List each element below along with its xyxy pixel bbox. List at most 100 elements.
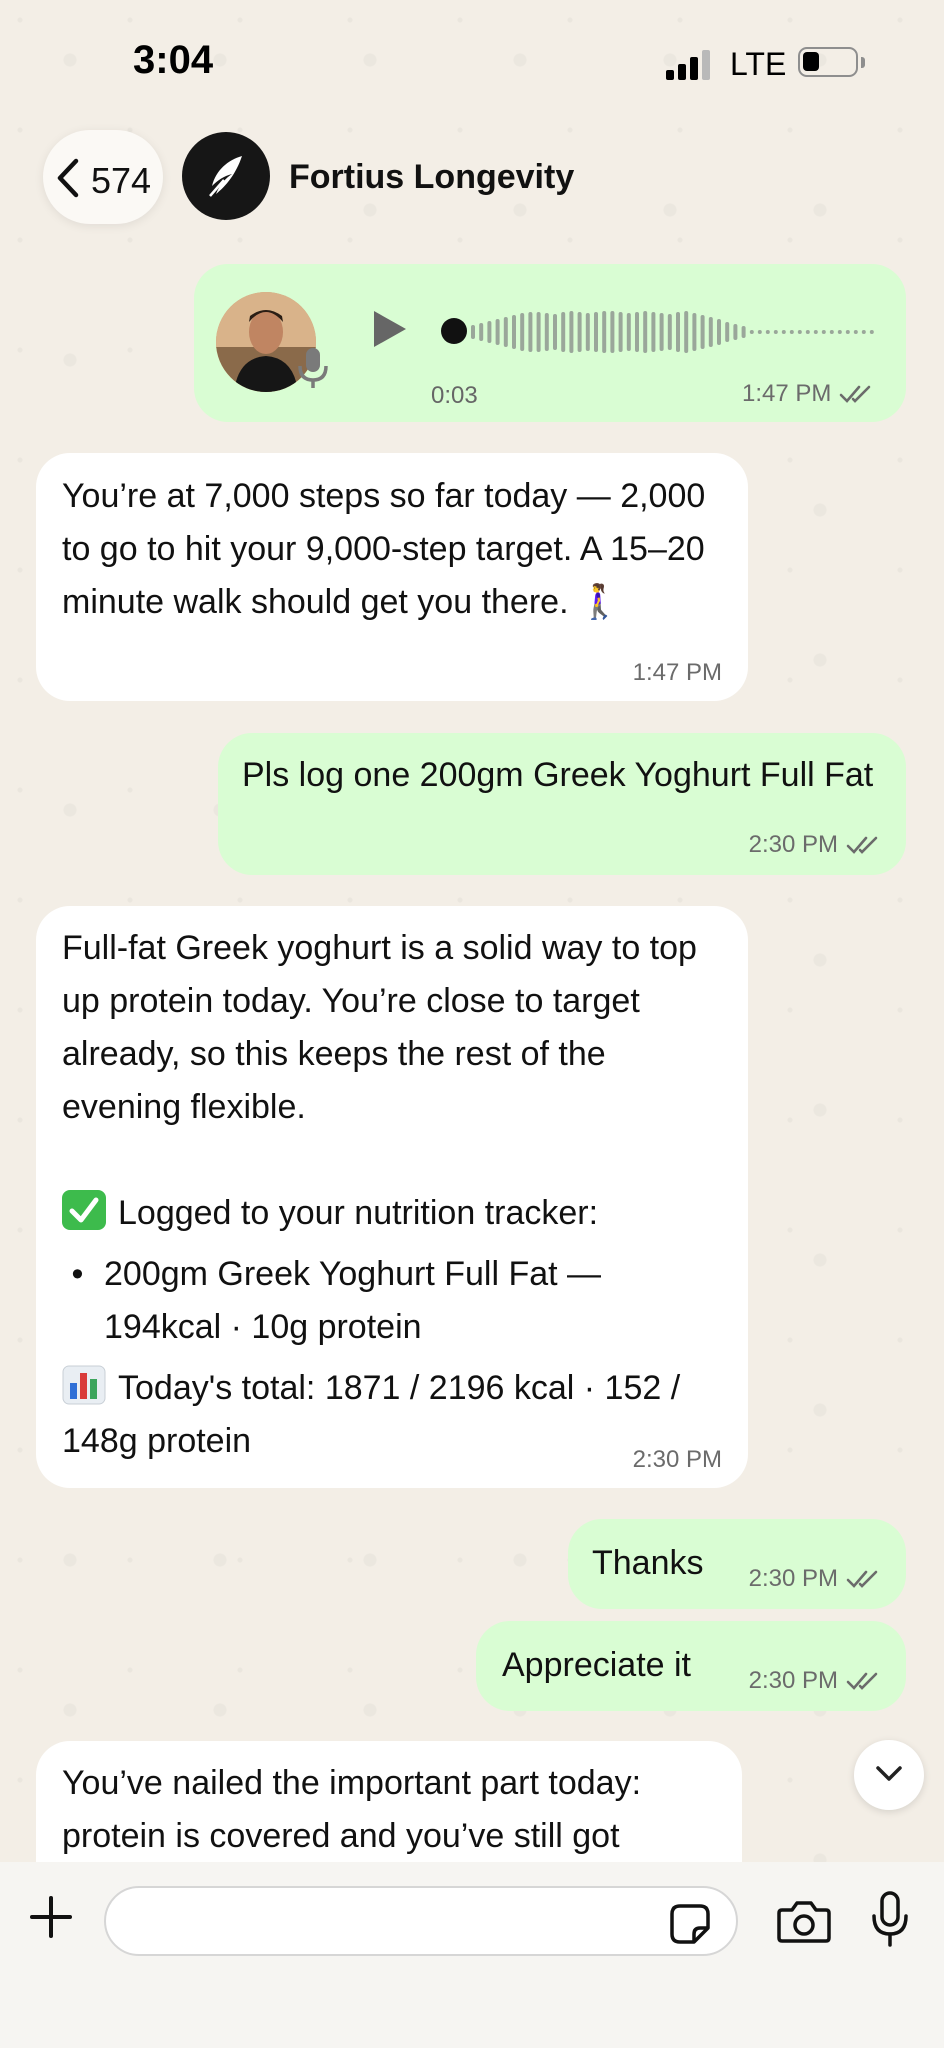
camera-icon <box>777 1901 831 1943</box>
voice-duration: 0:03 <box>431 382 478 409</box>
message-input[interactable] <box>104 1886 738 1956</box>
waveform-bar <box>487 321 492 343</box>
waveform-bar <box>561 312 566 352</box>
waveform-bar <box>643 311 648 353</box>
network-type: LTE <box>730 46 787 82</box>
waveform-bar <box>659 313 664 351</box>
attach-button[interactable] <box>28 1894 74 1945</box>
message-text: You’re at 7,000 steps so far today — 2,0… <box>62 477 706 621</box>
message-time: 2:30 PM <box>748 1565 838 1592</box>
unread-count: 574 <box>91 160 152 201</box>
message-time: 2:30 PM <box>748 831 838 858</box>
bullet: • <box>62 1255 84 1293</box>
signal-strength-icon <box>666 48 714 80</box>
message-text: Pls log one 200gm Greek Yoghurt Full Fat <box>242 756 874 794</box>
chevron-down-icon <box>876 1766 902 1781</box>
message-time: 1:47 PM <box>742 380 832 407</box>
message-text: Full-fat Greek yoghurt is a solid way to… <box>62 929 697 1126</box>
waveform-bar <box>528 312 533 352</box>
waveform-bar <box>700 315 705 349</box>
waveform-bar <box>479 323 484 341</box>
waveform-bar <box>569 311 574 353</box>
outgoing-message-bubble[interactable]: Pls log one 200gm Greek Yoghurt Full Fat… <box>218 733 906 875</box>
waveform-bar <box>741 326 746 338</box>
waveform-bar <box>635 312 639 352</box>
outgoing-message-bubble[interactable]: Thanks 2:30 PM <box>568 1519 906 1609</box>
waveform-dot <box>765 330 770 334</box>
logged-item: • 200gm Greek Yoghurt Full Fat — 194kcal… <box>62 1248 722 1354</box>
waveform-bar <box>520 313 525 351</box>
logged-item-text: 200gm Greek Yoghurt Full Fat — 194kcal ·… <box>104 1255 602 1346</box>
audio-waveform[interactable] <box>437 302 877 362</box>
double-check-icon <box>846 836 878 854</box>
double-check-icon <box>846 1672 878 1690</box>
battery-icon <box>798 47 858 77</box>
waveform-bar <box>708 317 713 347</box>
waveform-bar <box>577 312 582 352</box>
status-bar: 3:04 LTE <box>0 0 944 120</box>
message-time: 2:30 PM <box>632 1446 722 1473</box>
plus-icon <box>30 1896 72 1938</box>
waveform-dot <box>781 330 786 334</box>
waveform-dot <box>861 330 866 334</box>
incoming-message-bubble[interactable]: Full-fat Greek yoghurt is a solid way to… <box>36 906 748 1488</box>
play-icon[interactable] <box>370 307 410 356</box>
back-button[interactable]: 574 <box>43 130 163 224</box>
check-box-icon <box>62 1190 106 1230</box>
waveform-bar <box>553 314 557 350</box>
waveform-bar <box>471 325 475 339</box>
contact-avatar[interactable] <box>182 132 270 220</box>
waveform-bar <box>626 313 631 351</box>
waveform-dot <box>757 330 762 334</box>
message-meta: 2:30 PM <box>749 1565 882 1593</box>
waveform-bar <box>618 312 623 352</box>
waveform-bar <box>536 312 541 352</box>
voice-record-button[interactable] <box>870 1890 910 1953</box>
waveform-bar <box>594 312 598 352</box>
waveform-bar <box>667 314 672 350</box>
waveform-dot <box>797 330 802 334</box>
message-time: 1:47 PM <box>632 659 722 686</box>
waveform-dot <box>829 330 834 334</box>
waveform-bar <box>684 311 689 353</box>
voice-note-mic-icon <box>296 346 330 395</box>
incoming-message-bubble[interactable]: You’re at 7,000 steps so far today — 2,0… <box>36 453 748 701</box>
waveform-bar <box>733 324 738 340</box>
waveform-dot <box>869 330 874 334</box>
waveform-bar <box>725 322 730 342</box>
waveform-bar <box>610 311 615 353</box>
microphone-icon <box>872 1891 908 1947</box>
contact-name[interactable]: Fortius Longevity <box>289 158 574 197</box>
waveform-dot <box>821 330 826 334</box>
waveform-dot <box>845 330 850 334</box>
chat-header: 574 Fortius Longevity <box>0 120 944 260</box>
message-meta: 2:30 PM <box>749 831 882 859</box>
waveform-bar <box>692 313 697 351</box>
waveform-dot <box>749 330 754 334</box>
logged-line: Logged to your nutrition tracker: <box>62 1187 722 1240</box>
waveform-bar <box>512 315 516 349</box>
sticker-button[interactable] <box>668 1902 712 1951</box>
waveform-bar <box>717 319 721 345</box>
outgoing-message-bubble[interactable]: Appreciate it 2:30 PM <box>476 1621 906 1711</box>
waveform-dot <box>805 330 810 334</box>
waveform-dot <box>789 330 794 334</box>
waveform-dot <box>813 330 818 334</box>
double-check-icon <box>840 385 871 403</box>
message-text: You’ve nailed the important part today: … <box>62 1764 642 1855</box>
double-check-icon <box>846 1570 878 1588</box>
message-meta: 1:47 PM <box>742 380 875 408</box>
battery-tip <box>861 57 865 68</box>
camera-button[interactable] <box>776 1898 832 1949</box>
waveform-bar <box>544 313 549 351</box>
waveform-bar <box>503 317 508 347</box>
waveform-bar <box>585 313 590 351</box>
daily-total-line: Today's total: 1871 / 2196 kcal · 152 / … <box>62 1362 722 1468</box>
bar-chart-icon <box>62 1365 106 1405</box>
playback-position-knob[interactable] <box>441 318 467 344</box>
scroll-to-bottom-button[interactable] <box>854 1740 924 1810</box>
waveform-dot <box>853 330 858 334</box>
input-bar <box>0 1862 944 2048</box>
feather-logo-icon <box>209 156 242 197</box>
